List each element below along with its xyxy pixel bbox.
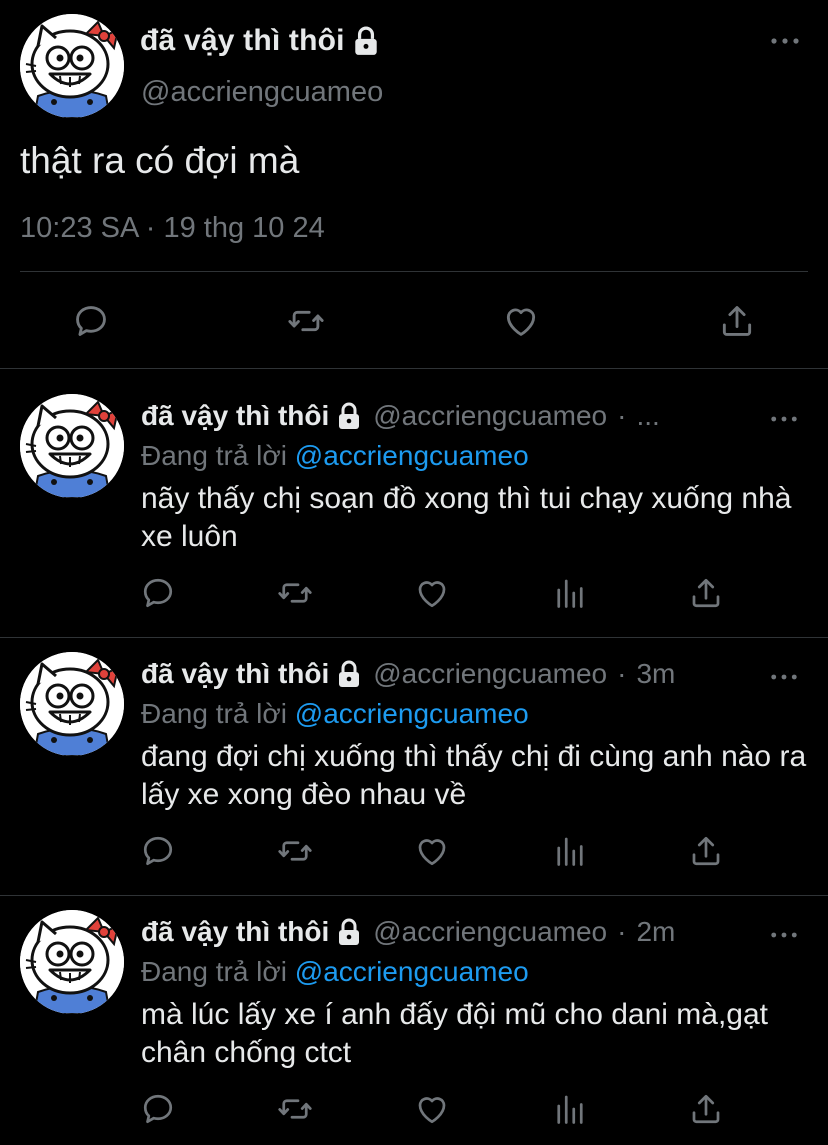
reply-text: mà lúc lấy xe í anh đấy đội mũ cho dani …: [141, 998, 769, 1069]
display-name[interactable]: đã vậy thì thôi: [141, 658, 329, 690]
lock-icon: [337, 660, 361, 688]
reply-tweet[interactable]: đã vậy thì thôi @accriengcuameo · 3m Đan…: [0, 628, 828, 894]
separator-dot: ·: [617, 400, 627, 431]
reply-text: đang đợi chị xuống thì thấy chị đi cùng …: [141, 740, 807, 811]
more-options-icon[interactable]: [770, 36, 800, 46]
display-name[interactable]: đã vậy thì thôi: [140, 24, 345, 58]
lock-icon: [353, 26, 379, 56]
avatar-image: [20, 14, 124, 118]
like-icon[interactable]: [502, 302, 540, 340]
more-options-icon[interactable]: [770, 930, 798, 940]
reply-text: nãy thấy chị soạn đồ xong thì tui chạy x…: [141, 482, 792, 553]
main-tweet: đã vậy thì thôi @accriengcuameo thật ra …: [0, 0, 828, 368]
replying-prefix: Đang trả lời: [141, 698, 287, 729]
lock-icon: [337, 402, 361, 430]
share-icon[interactable]: [718, 302, 756, 340]
views-icon[interactable]: [552, 833, 588, 869]
author-handle[interactable]: @accriengcuameo: [373, 400, 607, 432]
divider: [0, 368, 828, 369]
retweet-icon[interactable]: [286, 302, 326, 340]
like-icon[interactable]: [414, 575, 450, 611]
reply-icon[interactable]: [140, 833, 176, 869]
tweet-text: thật ra có đợi mà: [20, 140, 300, 181]
mention-link[interactable]: @accriengcuameo: [295, 698, 529, 729]
avatar-image: [20, 910, 124, 1014]
avatar-image: [20, 394, 124, 498]
avatar[interactable]: [20, 394, 124, 498]
author-handle[interactable]: @accriengcuameo: [373, 658, 607, 690]
reply-header: đã vậy thì thôi @accriengcuameo · 3m: [141, 658, 675, 690]
mention-link[interactable]: @accriengcuameo: [295, 440, 529, 471]
share-icon[interactable]: [688, 1091, 724, 1127]
divider: [20, 271, 808, 272]
avatar[interactable]: [20, 652, 124, 756]
reply-time[interactable]: 2m: [636, 916, 675, 948]
views-icon[interactable]: [552, 575, 588, 611]
mention-link[interactable]: @accriengcuameo: [295, 956, 529, 987]
replying-prefix: Đang trả lời: [141, 440, 287, 471]
action-bar: [0, 575, 828, 615]
retweet-icon[interactable]: [276, 1091, 314, 1127]
share-icon[interactable]: [688, 833, 724, 869]
avatar-image: [20, 652, 124, 756]
lock-icon: [337, 918, 361, 946]
action-bar: [0, 833, 828, 873]
more-options-icon[interactable]: [770, 414, 798, 424]
share-icon[interactable]: [688, 575, 724, 611]
replying-to: Đang trả lời @accriengcuameo: [141, 440, 529, 472]
like-icon[interactable]: [414, 1091, 450, 1127]
retweet-icon[interactable]: [276, 833, 314, 869]
display-name[interactable]: đã vậy thì thôi: [141, 400, 329, 432]
reply-tweet[interactable]: đã vậy thì thôi @accriengcuameo · 2m Đan…: [0, 886, 828, 1145]
author-name-row[interactable]: đã vậy thì thôi: [140, 24, 379, 58]
replying-to: Đang trả lời @accriengcuameo: [141, 956, 529, 988]
replying-to: Đang trả lời @accriengcuameo: [141, 698, 529, 730]
author-handle[interactable]: @accriengcuameo: [141, 76, 383, 109]
views-icon[interactable]: [552, 1091, 588, 1127]
display-name[interactable]: đã vậy thì thôi: [141, 916, 329, 948]
separator-dot: ·: [617, 916, 627, 947]
replying-prefix: Đang trả lời: [141, 956, 287, 987]
avatar[interactable]: [20, 14, 124, 118]
author-handle[interactable]: @accriengcuameo: [373, 916, 607, 948]
reply-icon[interactable]: [140, 575, 176, 611]
reply-header: đã vậy thì thôi @accriengcuameo · 2m: [141, 916, 675, 948]
like-icon[interactable]: [414, 833, 450, 869]
reply-tweet[interactable]: đã vậy thì thôi @accriengcuameo · ... Đa…: [0, 370, 828, 636]
avatar[interactable]: [20, 910, 124, 1014]
more-options-icon[interactable]: [770, 672, 798, 682]
action-bar: [0, 1091, 828, 1131]
tweet-timestamp[interactable]: 10:23 SA · 19 thg 10 24: [20, 212, 325, 245]
reply-icon[interactable]: [140, 1091, 176, 1127]
reply-time[interactable]: ...: [636, 400, 659, 432]
reply-header: đã vậy thì thôi @accriengcuameo · ...: [141, 400, 660, 432]
retweet-icon[interactable]: [276, 575, 314, 611]
reply-time[interactable]: 3m: [636, 658, 675, 690]
reply-icon[interactable]: [72, 302, 110, 340]
separator-dot: ·: [617, 658, 627, 689]
